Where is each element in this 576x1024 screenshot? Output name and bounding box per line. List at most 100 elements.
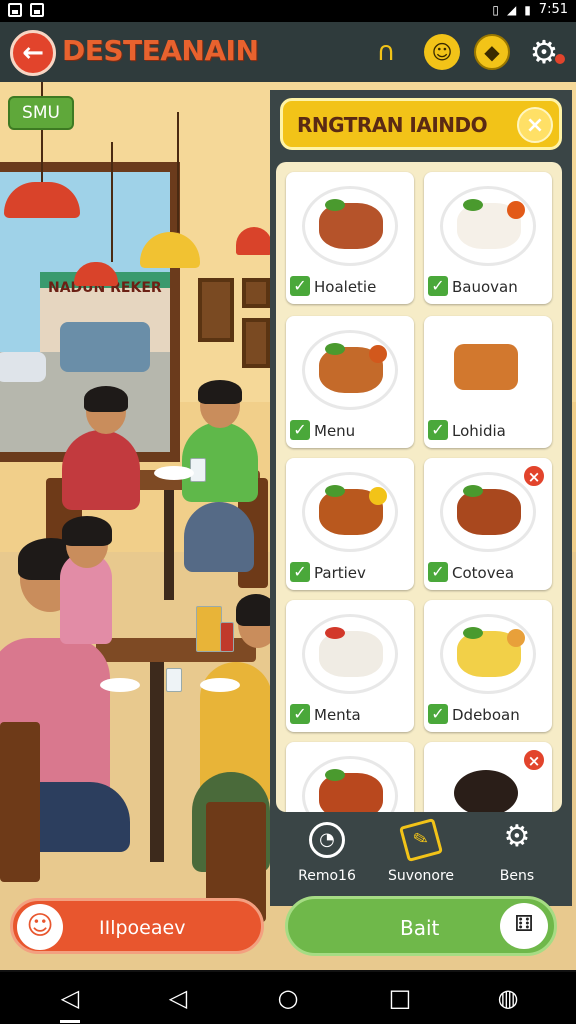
- check-icon: ✓: [428, 562, 448, 582]
- recents-nav-icon[interactable]: □: [386, 984, 414, 1012]
- left-action-label: IIlpoeaev: [99, 917, 186, 939]
- menu-grid: ✓ Hoaletie ✓ Bauovan ✓ Menu ✓ Lohidia ✓ …: [276, 162, 562, 812]
- card-icon: ✎: [398, 817, 444, 863]
- dish-image: [440, 330, 536, 410]
- dish-image: [440, 614, 536, 694]
- plate: [200, 678, 240, 692]
- check-icon: ✓: [290, 562, 310, 582]
- back-button[interactable]: ←: [10, 30, 56, 76]
- diner-legs: [184, 502, 254, 572]
- back-nav-icon[interactable]: ◁: [164, 984, 192, 1012]
- cup: [166, 668, 182, 692]
- plate: [154, 466, 194, 480]
- status-left-icons: [8, 3, 44, 17]
- pendant-lamp: [236, 107, 275, 255]
- menu-card-label: Menu: [314, 422, 356, 440]
- wall-picture: [198, 278, 234, 342]
- dish-image: [302, 330, 398, 410]
- dish-image: [440, 756, 536, 812]
- clock-icon: ◔: [309, 822, 345, 858]
- assistant-nav-icon[interactable]: ◍: [494, 984, 522, 1012]
- dish-image: [302, 186, 398, 266]
- back-nav-icon[interactable]: ◁: [56, 984, 84, 1012]
- menu-card[interactable]: [286, 742, 414, 812]
- menu-card[interactable]: ✓ Bauovan: [424, 172, 552, 304]
- panel-tools: ◔ Remo16 ✎ Suvonore ⚙ Bens: [270, 812, 572, 906]
- system-nav-bar: ◁ ◁ ○ □ ◍: [0, 972, 576, 1024]
- home-nav-icon[interactable]: ○: [274, 984, 302, 1012]
- right-action-button[interactable]: Bait ⚅: [285, 896, 557, 956]
- tool-label: Bens: [499, 868, 535, 884]
- panel-header: RNGTRAN IAINDO ×: [280, 98, 562, 150]
- menu-card-label: Partiev: [314, 564, 366, 582]
- check-icon: ✓: [290, 276, 310, 296]
- tool-remove[interactable]: ◔ Remo16: [282, 822, 372, 884]
- menu-card[interactable]: ×: [424, 742, 552, 812]
- check-icon: ✓: [428, 420, 448, 440]
- home-indicator: [60, 1020, 80, 1023]
- back-arrow-icon: ←: [22, 38, 44, 68]
- dish-image: [302, 756, 398, 812]
- menu-card[interactable]: ✓ Partiev: [286, 458, 414, 590]
- sauce-bottle: [220, 622, 234, 652]
- signal-icon: ◢: [506, 2, 517, 17]
- wall-picture: [242, 278, 270, 308]
- diner-hair: [198, 380, 242, 404]
- diner-hair: [62, 516, 112, 546]
- smile-icon[interactable]: ☺: [424, 34, 460, 70]
- status-bar: ▯ ◢ ▮ 7:51: [0, 0, 576, 22]
- menu-panel: RNGTRAN IAINDO × ✓ Hoaletie ✓ Bauovan ✓ …: [270, 90, 572, 906]
- check-icon: ✓: [428, 276, 448, 296]
- smu-sign[interactable]: SMU: [8, 96, 74, 130]
- close-icon: ×: [525, 113, 545, 138]
- menu-card[interactable]: ✓ Menu: [286, 316, 414, 448]
- plate: [100, 678, 140, 692]
- right-action-label: Bait: [400, 916, 440, 940]
- diner-hair: [84, 386, 128, 412]
- dish-image: [440, 472, 536, 552]
- menu-card-label: Ddeboan: [452, 706, 520, 724]
- top-bar: ← DESTEANAIN ∩ ☺ ◆ ⚙: [0, 22, 576, 82]
- tool-label: Suvonore: [387, 868, 455, 884]
- van: [60, 322, 150, 372]
- menu-card[interactable]: ✓ Lohidia: [424, 316, 552, 448]
- remove-button[interactable]: ×: [522, 748, 546, 772]
- menu-card-label: Menta: [314, 706, 361, 724]
- left-action-button[interactable]: ☺ IIlpoeaev: [10, 898, 264, 954]
- tool-suggest[interactable]: ✎ Suvonore: [376, 817, 466, 884]
- car: [0, 352, 46, 382]
- menu-card[interactable]: ✓ Cotovea ×: [424, 458, 552, 590]
- chair: [0, 722, 40, 882]
- vibrate-icon: ▯: [492, 2, 499, 17]
- status-right-icons: ▯ ◢ ▮ 7:51: [492, 2, 568, 17]
- check-icon: ✓: [290, 420, 310, 440]
- menu-card[interactable]: ✓ Hoaletie: [286, 172, 414, 304]
- status-time: 7:51: [538, 2, 568, 17]
- gear-icon: ⚙: [503, 819, 531, 854]
- check-icon: ✓: [290, 704, 310, 724]
- chef-icon: ☺: [17, 904, 63, 950]
- check-icon: ✓: [428, 704, 448, 724]
- close-button[interactable]: ×: [517, 107, 553, 143]
- dice-icon[interactable]: ⚅: [500, 903, 548, 949]
- menu-card-label: Lohidia: [452, 422, 506, 440]
- tool-settings[interactable]: ⚙ Bens: [472, 819, 562, 885]
- table-leg: [150, 662, 164, 862]
- dish-image: [302, 472, 398, 552]
- remove-button[interactable]: ×: [522, 464, 546, 488]
- menu-card[interactable]: ✓ Ddeboan: [424, 600, 552, 732]
- dish-image: [440, 186, 536, 266]
- diner: [62, 430, 140, 510]
- tag-icon[interactable]: ◆: [474, 34, 510, 70]
- headphones-icon[interactable]: ∩: [368, 34, 404, 70]
- gear-icon[interactable]: ⚙: [526, 33, 562, 71]
- panel-title: RNGTRAN IAINDO: [297, 113, 488, 137]
- image-icon: [8, 3, 22, 17]
- wall-picture: [242, 318, 270, 368]
- tool-label: Remo16: [298, 868, 356, 884]
- menu-card[interactable]: ✓ Menta: [286, 600, 414, 732]
- app-title: DESTEANAIN: [62, 34, 259, 67]
- menu-card-label: Bauovan: [452, 278, 518, 296]
- battery-icon: ▮: [524, 2, 531, 17]
- jar: [196, 606, 222, 652]
